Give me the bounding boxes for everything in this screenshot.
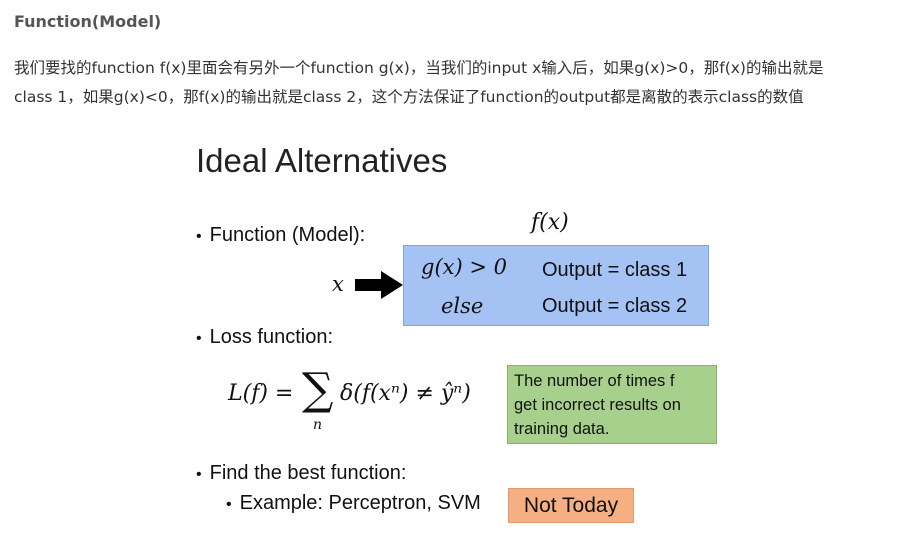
loss-note-line-3: training data. xyxy=(514,420,610,438)
condition-label: g(x) > 0 xyxy=(421,255,507,279)
bullet-dot-icon: • xyxy=(196,466,202,483)
summation-icon: ∑ xyxy=(302,364,334,415)
loss-lhs: L(f) = xyxy=(228,381,294,406)
paragraph-line-1: 我们要找的function f(x)里面会有另外一个function g(x)，… xyxy=(14,59,824,77)
bullet-find-label: Find the best function: xyxy=(209,462,407,484)
bullet-dot-icon: • xyxy=(196,330,202,347)
output-class-2: Output = class 2 xyxy=(542,295,688,317)
bullet-function-label: Function (Model): xyxy=(209,224,366,246)
sub-bullet-example: • Example: Perceptron, SVM xyxy=(226,492,481,515)
bullet-find-best-function: • Find the best function: xyxy=(196,462,406,485)
sum-index: n xyxy=(313,417,323,433)
bullet-dot-icon: • xyxy=(196,228,202,245)
not-today-badge: Not Today xyxy=(508,488,634,523)
else-label: else xyxy=(441,294,484,318)
bullet-loss-function: • Loss function: xyxy=(196,326,333,349)
loss-rhs: δ(f(xⁿ) ≠ ŷⁿ) xyxy=(340,381,471,406)
fx-label: f(x) xyxy=(531,210,569,235)
description-paragraph: 我们要找的function f(x)里面会有另外一个function g(x)，… xyxy=(14,54,894,112)
slide-title: Ideal Alternatives xyxy=(196,142,448,179)
bullet-dot-icon: • xyxy=(226,496,232,513)
example-label: Example: Perceptron, SVM xyxy=(239,492,481,514)
paragraph-line-2: class 1，如果g(x)<0，那f(x)的输出就是class 2，这个方法保… xyxy=(14,88,804,106)
arrow-right-icon xyxy=(355,271,403,299)
loss-note-line-1: The number of times f xyxy=(514,372,675,390)
loss-explanation-box: The number of times f get incorrect resu… xyxy=(507,365,717,444)
output-class-1: Output = class 1 xyxy=(542,259,688,281)
bullet-loss-label: Loss function: xyxy=(209,326,334,348)
bullet-function-model: • Function (Model): xyxy=(196,224,365,247)
loss-note-line-2: get incorrect results on xyxy=(514,396,681,414)
x-input-label: x xyxy=(332,272,344,296)
section-heading: Function(Model) xyxy=(14,12,162,31)
